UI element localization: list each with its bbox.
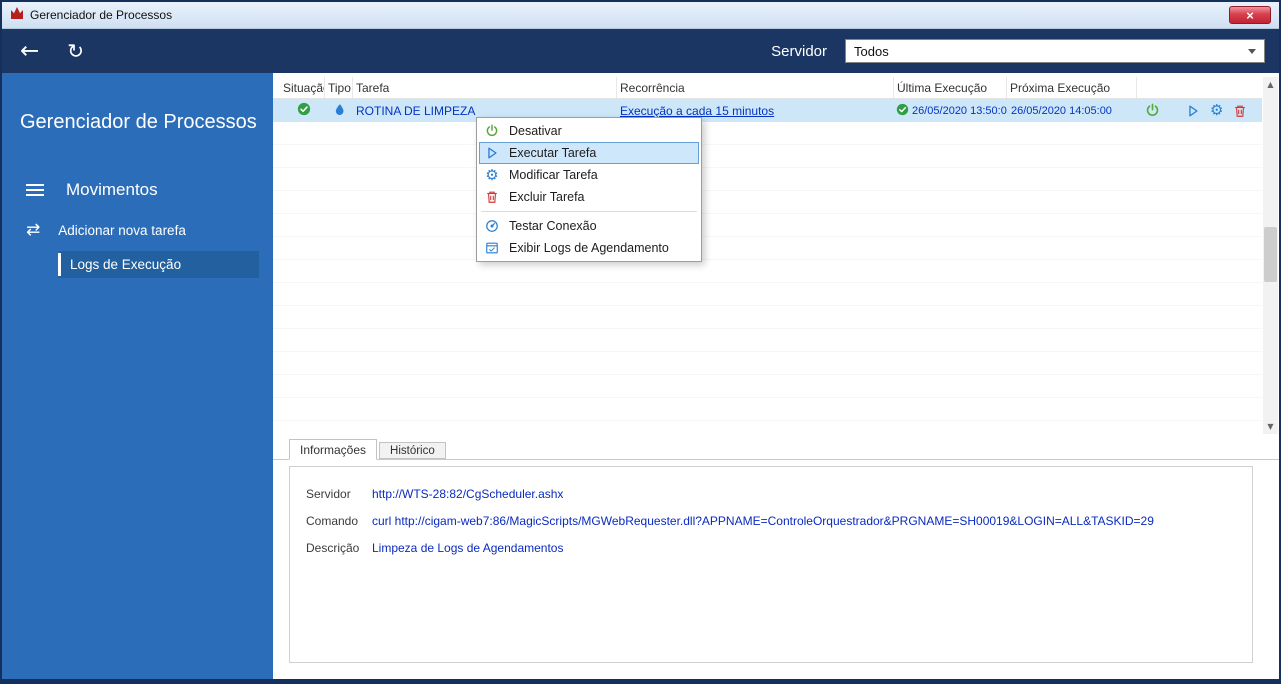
field-label: Descrição <box>306 541 360 555</box>
back-button[interactable]: ← <box>20 38 39 64</box>
sidebar-item-label: Logs de Execução <box>70 257 182 272</box>
play-icon <box>484 146 500 160</box>
hamburger-icon <box>26 189 44 191</box>
status-cell <box>273 102 325 119</box>
gear-icon: ⚙ <box>485 165 499 184</box>
close-icon: × <box>1246 7 1254 23</box>
menu-item-modificar-tarefa[interactable]: ⚙ Modificar Tarefa <box>479 164 699 186</box>
check-circle-icon <box>297 102 311 119</box>
column-header-tarefa[interactable]: Tarefa <box>353 77 617 98</box>
scroll-down-arrow-icon[interactable]: ▼ <box>1263 419 1278 434</box>
type-cell <box>325 103 353 119</box>
context-menu: Desativar Executar Tarefa ⚙ Modificar Ta… <box>476 117 702 262</box>
menu-item-executar-tarefa[interactable]: Executar Tarefa <box>479 142 699 164</box>
server-select[interactable]: Todos <box>845 39 1265 63</box>
main-content: Situação Tipo Tarefa Recorrência Última … <box>273 73 1279 679</box>
power-icon <box>484 124 500 138</box>
last-execution-cell: 26/05/2020 13:50:00 <box>894 103 1007 119</box>
column-header-recorrencia[interactable]: Recorrência <box>617 77 894 98</box>
column-header-actions <box>1137 77 1262 98</box>
sidebar-item-adicionar-nova-tarefa[interactable]: ⇄ Adicionar nova tarefa <box>26 222 273 239</box>
sidebar-item-movimentos[interactable]: Movimentos <box>26 180 273 200</box>
power-icon[interactable] <box>1145 103 1160 118</box>
recurrence-cell: Execução a cada 15 minutos <box>620 103 775 118</box>
menu-item-desativar[interactable]: Desativar <box>479 120 699 142</box>
sidebar-title: Gerenciador de Processos <box>20 111 257 133</box>
field-comando: Comando curl http://cigam-web7:86/MagicS… <box>306 514 1252 528</box>
test-connection-icon <box>484 219 500 233</box>
sidebar-item-logs-de-execucao[interactable]: Logs de Execução <box>58 251 259 278</box>
table-header: Situação Tipo Tarefa Recorrência Última … <box>273 77 1262 99</box>
check-circle-icon <box>896 103 909 119</box>
scrollbar-thumb[interactable] <box>1264 227 1277 282</box>
vertical-scrollbar[interactable]: ▲ ▼ <box>1263 77 1278 434</box>
app-window: Gerenciador de Processos × ← ↻ Servidor … <box>0 0 1281 684</box>
drop-icon <box>333 103 346 119</box>
tab-informacoes[interactable]: Informações <box>289 439 378 460</box>
play-icon[interactable] <box>1186 104 1200 118</box>
field-servidor: Servidor http://WTS-28:82/CgScheduler.as… <box>306 487 1252 501</box>
sidebar-item-label: Movimentos <box>66 180 158 199</box>
tab-historico[interactable]: Histórico <box>379 442 446 459</box>
refresh-button[interactable]: ↻ <box>67 39 84 63</box>
server-label: Servidor <box>771 42 827 60</box>
scroll-up-arrow-icon[interactable]: ▲ <box>1263 77 1278 92</box>
column-header-tipo[interactable]: Tipo <box>325 77 353 98</box>
comando-value: curl http://cigam-web7:86/MagicScripts/M… <box>372 514 1154 528</box>
schedule-logs-icon <box>484 241 500 255</box>
column-header-situacao[interactable]: Situação <box>273 77 325 98</box>
trash-icon <box>484 190 500 204</box>
servidor-value: http://WTS-28:82/CgScheduler.ashx <box>372 487 564 501</box>
chevron-down-icon <box>1248 48 1256 54</box>
app-logo-icon <box>10 6 24 24</box>
descricao-value: Limpeza de Logs de Agendamentos <box>372 541 564 555</box>
server-select-value: Todos <box>854 43 889 59</box>
task-name-cell: ROTINA DE LIMPEZA <box>356 103 476 118</box>
gear-icon[interactable]: ⚙ <box>1210 103 1223 118</box>
row-actions-cell: ⚙ <box>1137 103 1262 118</box>
top-navbar: ← ↻ Servidor Todos <box>2 29 1279 73</box>
field-descricao: Descrição Limpeza de Logs de Agendamento… <box>306 541 1252 555</box>
info-groupbox: Servidor http://WTS-28:82/CgScheduler.as… <box>289 466 1253 663</box>
menu-item-excluir-tarefa[interactable]: Excluir Tarefa <box>479 186 699 208</box>
field-label: Servidor <box>306 487 351 501</box>
titlebar: Gerenciador de Processos × <box>2 2 1279 29</box>
next-execution-cell: 26/05/2020 14:05:00 <box>1011 104 1112 117</box>
tab-strip: Informações Histórico <box>273 438 1279 460</box>
table-row[interactable]: ROTINA DE LIMPEZA Execução a cada 15 min… <box>273 99 1262 122</box>
menu-item-testar-conexao[interactable]: Testar Conexão <box>479 215 699 237</box>
column-header-ultima-execucao[interactable]: Última Execução <box>894 77 1007 98</box>
empty-grid-rows <box>273 122 1262 434</box>
window-body: Gerenciador de Processos Movimentos ⇄ Ad… <box>2 73 1279 679</box>
field-label: Comando <box>306 514 359 528</box>
sidebar: Gerenciador de Processos Movimentos ⇄ Ad… <box>2 73 273 679</box>
menu-separator <box>481 211 697 212</box>
sidebar-item-label: Adicionar nova tarefa <box>58 223 186 238</box>
column-header-proxima-execucao[interactable]: Próxima Execução <box>1007 77 1137 98</box>
menu-item-exibir-logs-de-agendamento[interactable]: Exibir Logs de Agendamento <box>479 237 699 259</box>
close-button[interactable]: × <box>1229 6 1271 24</box>
details-panel: Informações Histórico Servidor http://WT… <box>273 438 1279 679</box>
window-title: Gerenciador de Processos <box>30 8 173 22</box>
swap-arrows-icon: ⇄ <box>26 220 41 240</box>
trash-icon[interactable] <box>1233 104 1247 118</box>
